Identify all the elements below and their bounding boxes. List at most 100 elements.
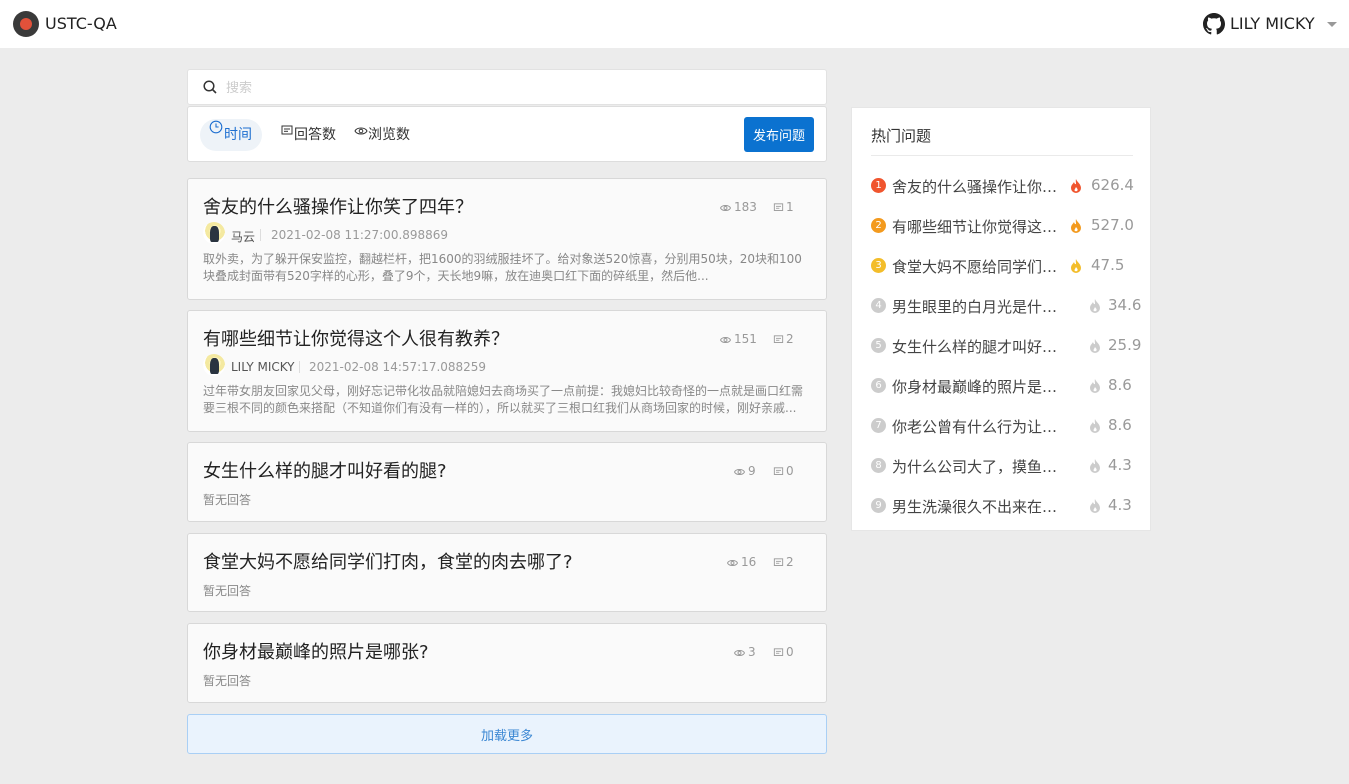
load-more-button[interactable]: 加载更多 [187,714,827,754]
hot-score: 527.0 [1091,216,1134,234]
search-icon [203,80,217,94]
comment-icon [773,558,784,566]
question-card[interactable]: 有哪些细节让你觉得这个人很有教养？ 151 2 LILY MICKY 2021-… [187,310,827,432]
hot-question-item[interactable]: 7 你老公曾有什么行为让你感动？ 8.6 [871,416,1133,458]
hot-question-title[interactable]: 男生眼里的白月光是什么样的？ [892,296,1060,317]
answer-count: 0 [773,464,794,478]
eye-icon [726,560,739,566]
hot-question-title[interactable]: 女生什么样的腿才叫好看的腿？ [892,336,1060,357]
hot-question-title[interactable]: 你老公曾有什么行为让你感动？ [892,416,1060,437]
avatar[interactable] [203,354,225,376]
hot-question-title[interactable]: 你身材最巅峰的照片是哪张？ [892,376,1060,397]
question-title[interactable]: 舍友的什么骚操作让你笑了四年？ [203,193,473,219]
brand-name[interactable]: USTC-QA [45,14,117,33]
sort-toolbar: 时间 回答数 浏览数 发布问题 [187,106,827,162]
comment-icon [773,648,784,656]
app-logo-icon[interactable] [13,11,39,37]
rank-badge: 1 [871,178,886,193]
hot-question-title[interactable]: 为什么公司大了，摸鱼的人多了？ [892,456,1060,477]
search-input[interactable] [226,76,806,100]
no-answer-text: 暂无回答 [203,674,252,688]
rank-badge: 5 [871,338,886,353]
top-navbar: USTC-QA LILY MICKY [0,0,1349,48]
fire-icon [1090,419,1100,433]
rank-badge: 7 [871,418,886,433]
answer-count-value: 2 [786,555,794,569]
eye-icon [733,469,746,475]
hot-question-item[interactable]: 6 你身材最巅峰的照片是哪张？ 8.6 [871,376,1133,418]
rank-badge: 6 [871,378,886,393]
no-answer-text: 暂无回答 [203,584,252,598]
eye-icon [719,205,732,211]
publish-question-button[interactable]: 发布问题 [744,117,814,152]
hot-question-item[interactable]: 9 男生洗澡很久不出来在干嘛？ 4.3 [871,496,1133,538]
comment-icon [281,125,293,135]
hot-question-item[interactable]: 4 男生眼里的白月光是什么样的？ 34.6 [871,296,1141,338]
hot-questions-title: 热门问题 [871,127,932,145]
divider [260,229,261,241]
hot-question-item[interactable]: 1 舍友的什么骚操作让你笑了四年？ 626.4 [871,176,1134,218]
author-name[interactable]: 马云 [231,228,255,245]
rank-badge: 8 [871,458,886,473]
answer-count-value: 0 [786,464,794,478]
sort-by-time-label: 时间 [224,127,252,143]
question-title[interactable]: 你身材最巅峰的照片是哪张? [203,638,429,664]
question-title[interactable]: 有哪些细节让你觉得这个人很有教养？ [203,325,509,351]
hot-question-title[interactable]: 食堂大妈不愿给同学们打肉，食堂的肉去哪了？ [892,256,1060,277]
fire-icon [1090,379,1100,393]
fire-icon [1090,339,1100,353]
question-card[interactable]: 你身材最巅峰的照片是哪张? 3 0 暂无回答 [187,623,827,703]
hot-question-title[interactable]: 男生洗澡很久不出来在干嘛？ [892,496,1060,517]
hot-score: 25.9 [1108,336,1142,354]
hot-score: 8.6 [1108,376,1132,394]
question-card[interactable]: 舍友的什么骚操作让你笑了四年？ 183 1 马云 2021-02-08 11:2… [187,178,827,300]
question-title[interactable]: 食堂大妈不愿给同学们打肉，食堂的肉去哪了? [203,548,573,574]
answer-excerpt[interactable]: 过年带女朋友回家见父母，刚好忘记带化妆品就陪媳妇去商场买了一点前提：我媳妇比较奇… [203,383,808,417]
answer-count: 0 [773,645,794,659]
hot-question-title[interactable]: 有哪些细节让你觉得这个人很有教养？ [892,216,1060,237]
clock-icon [209,120,223,134]
post-time: 2021-02-08 14:57:17.088259 [309,360,487,374]
author-name[interactable]: LILY MICKY [231,360,295,374]
hot-score: 626.4 [1091,176,1134,194]
answer-count-value: 1 [786,200,794,214]
fire-icon [1071,259,1081,273]
question-card[interactable]: 女生什么样的腿才叫好看的腿? 9 0 暂无回答 [187,442,827,522]
post-time: 2021-02-08 11:27:00.898869 [271,228,449,242]
answer-count: 2 [773,555,794,569]
eye-icon [354,127,368,135]
user-name[interactable]: LILY MICKY [1230,14,1315,33]
sort-by-views-label: 浏览数 [368,127,410,143]
eye-icon [719,337,732,343]
chevron-down-icon[interactable] [1327,22,1337,27]
fire-icon [1071,179,1081,193]
comment-icon [773,467,784,475]
fire-icon [1090,459,1100,473]
question-card[interactable]: 食堂大妈不愿给同学们打肉，食堂的肉去哪了? 16 2 暂无回答 [187,533,827,612]
answer-count-value: 2 [786,332,794,346]
hot-score: 4.3 [1108,456,1132,474]
search-bar [187,69,827,105]
hot-question-title[interactable]: 舍友的什么骚操作让你笑了四年？ [892,176,1060,197]
sort-by-answers-tab[interactable]: 回答数 [280,119,340,151]
answer-excerpt[interactable]: 取外卖，为了躲开保安监控，翻越栏杆，把1600的羽绒服挂坏了。给对象送520惊喜… [203,251,808,285]
hot-question-item[interactable]: 8 为什么公司大了，摸鱼的人多了？ 4.3 [871,456,1133,498]
sort-by-time-tab[interactable]: 时间 [200,119,262,151]
view-count: 9 [733,464,756,478]
divider [871,155,1133,156]
hot-question-item[interactable]: 2 有哪些细节让你觉得这个人很有教养？ 527.0 [871,216,1134,258]
comment-icon [773,335,784,343]
question-title[interactable]: 女生什么样的腿才叫好看的腿? [203,457,447,483]
answer-count: 1 [773,200,794,214]
hot-question-item[interactable]: 3 食堂大妈不愿给同学们打肉，食堂的肉去哪了？ 47.5 [871,256,1133,298]
hot-question-item[interactable]: 5 女生什么样的腿才叫好看的腿？ 25.9 [871,336,1141,378]
view-count: 3 [733,645,756,659]
avatar[interactable] [203,222,225,244]
view-count: 183 [719,200,757,214]
fire-icon [1071,219,1081,233]
answer-count-value: 0 [786,645,794,659]
eye-icon [733,650,746,656]
no-answer-text: 暂无回答 [203,493,252,507]
sort-by-views-tab[interactable]: 浏览数 [354,119,414,151]
answer-count: 2 [773,332,794,346]
